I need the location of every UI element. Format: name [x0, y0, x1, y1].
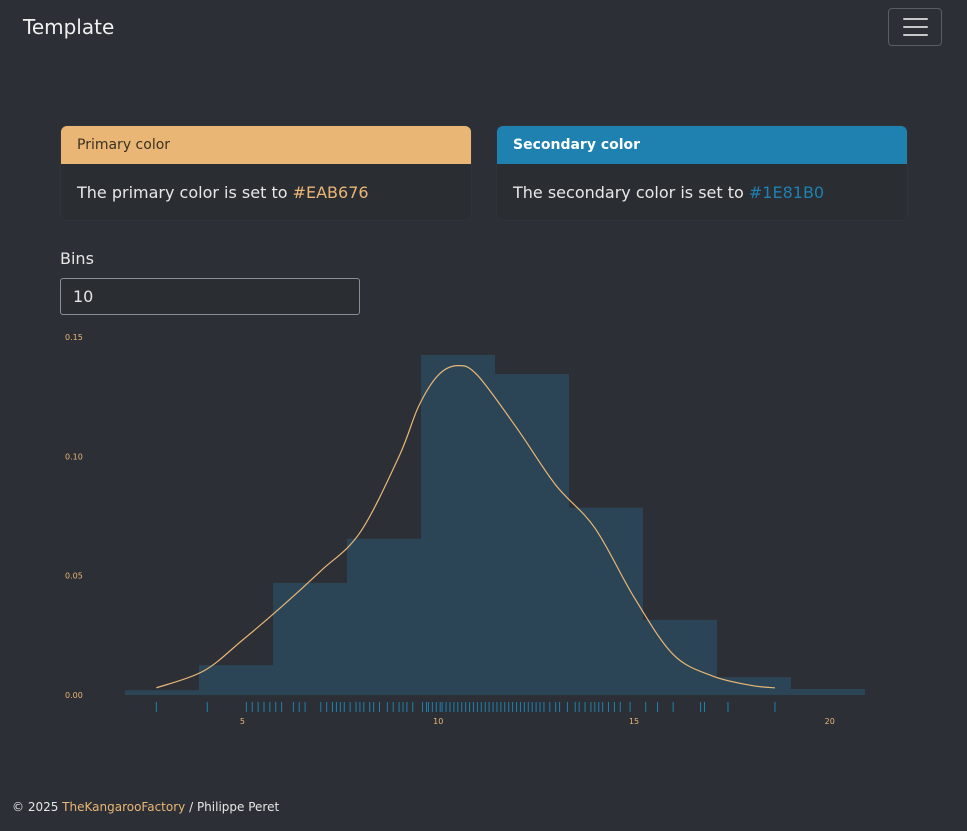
primary-color-value: #EAB676: [292, 183, 369, 202]
menu-toggle-button[interactable]: [888, 8, 942, 46]
y-tick-label: 0.10: [65, 452, 83, 461]
histogram-bar: [347, 538, 421, 695]
navbar: Template: [0, 0, 967, 56]
footer: © 2025 TheKangarooFactory / Philippe Per…: [12, 800, 279, 814]
primary-color-card-header: Primary color: [61, 126, 471, 164]
hamburger-menu-icon-line: [902, 26, 928, 28]
x-tick-label: 5: [240, 717, 245, 726]
histogram-bar: [791, 689, 865, 695]
histogram-bar: [569, 507, 643, 695]
histogram-bar: [199, 665, 273, 695]
primary-color-text: The primary color is set to: [77, 183, 293, 202]
bins-input[interactable]: [60, 278, 360, 315]
y-tick-label: 0.00: [65, 691, 83, 700]
y-axis: 0.00 0.05 0.10 0.15: [65, 333, 83, 700]
secondary-color-card: Secondary color The secondary color is s…: [497, 126, 907, 220]
hamburger-menu-icon: [902, 18, 928, 20]
histogram-bar: [495, 373, 569, 695]
primary-color-card-body: The primary color is set to #EAB676: [61, 164, 471, 220]
footer-link[interactable]: TheKangarooFactory: [62, 800, 185, 814]
y-tick-label: 0.05: [65, 572, 83, 581]
x-tick-label: 20: [825, 717, 835, 726]
bins-label: Bins: [60, 249, 94, 268]
footer-author: / Philippe Peret: [185, 800, 280, 814]
secondary-color-card-header: Secondary color: [497, 126, 907, 164]
x-tick-label: 15: [629, 717, 639, 726]
hamburger-menu-icon-line: [902, 34, 928, 36]
y-tick-label: 0.15: [65, 333, 83, 342]
histogram-chart: 0.00 0.05 0.10 0.15 5 10 15 20: [65, 333, 865, 726]
x-tick-label: 10: [433, 717, 443, 726]
secondary-color-value: #1E81B0: [748, 183, 825, 202]
histogram-bars: [125, 354, 865, 695]
histogram-bar: [125, 690, 199, 695]
histogram-bar: [421, 354, 495, 695]
x-axis: 5 10 15 20: [240, 717, 835, 726]
primary-color-card: Primary color The primary color is set t…: [61, 126, 471, 220]
footer-copyright: © 2025: [12, 800, 63, 814]
brand-title[interactable]: Template: [23, 15, 114, 39]
rug-marks: [155, 702, 776, 712]
histogram-bar: [643, 619, 717, 695]
secondary-color-card-body: The secondary color is set to #1E81B0: [497, 164, 907, 220]
secondary-color-text: The secondary color is set to: [513, 183, 749, 202]
histogram-bar: [273, 582, 347, 695]
